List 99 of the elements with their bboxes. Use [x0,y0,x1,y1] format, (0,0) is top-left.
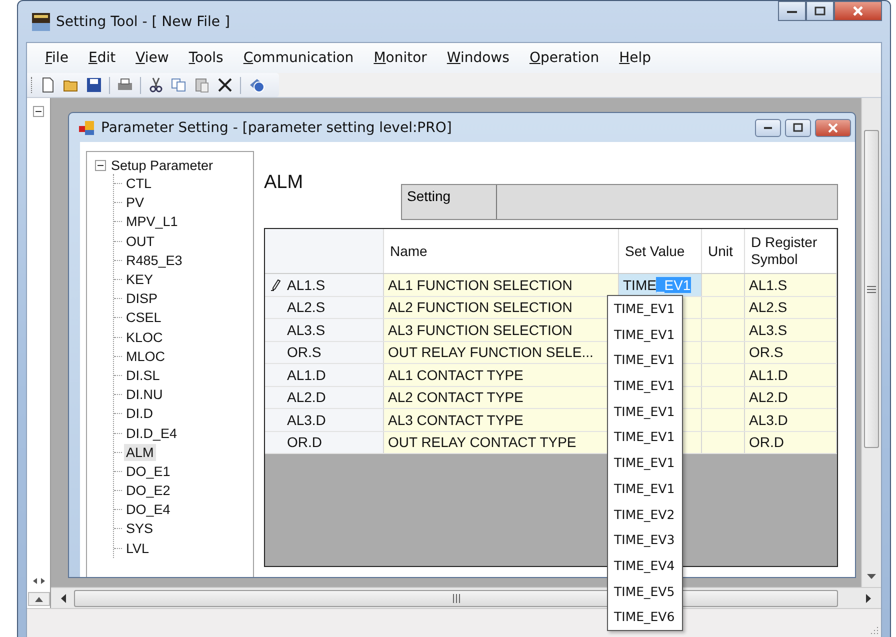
row-header[interactable]: OR.D [265,431,384,454]
tree-item[interactable]: Setup Parameter [109,157,216,174]
table-cell [702,274,744,296]
minimize-icon [786,8,798,14]
tree-item[interactable]: KEY [124,271,156,288]
save-icon[interactable] [86,77,102,93]
horizontal-scrollbar[interactable] [51,587,881,608]
row-header[interactable]: AL1.S [265,274,384,296]
dropdown-option[interactable]: TIME_EV1 [608,476,682,502]
scroll-right-icon[interactable] [866,594,871,602]
row-header[interactable]: AL3.S [265,318,384,341]
row-header[interactable]: OR.S [265,341,384,364]
scroll-down-icon[interactable] [867,574,876,579]
setting-label: Setting [402,185,497,219]
tree-item[interactable]: KLOC [124,328,165,346]
vertical-scrollbar[interactable] [861,98,881,587]
tree-item[interactable]: DI.D_E4 [124,424,180,442]
app-logo-icon [32,12,50,30]
resize-grip-icon[interactable] [869,625,879,635]
table-cell: AL3.D [744,408,836,431]
tree-item[interactable]: ALM [124,444,156,461]
column-header[interactable]: Unit [702,229,744,274]
menu-item[interactable]: Edit [80,48,124,68]
window-title: Setting Tool - [ New File ] [56,14,230,30]
tree-item[interactable]: R485_E3 [124,252,184,269]
scroll-arrows-icon[interactable] [30,576,46,586]
tree-item[interactable]: DI.SL [124,366,162,384]
menu-item[interactable]: Help [611,48,660,68]
tree-item[interactable]: DISP [124,290,160,308]
table-cell: OR.S [744,341,836,364]
row-header[interactable]: AL2.S [265,296,384,318]
menu-item[interactable]: Monitor [366,48,435,68]
pencil-icon [271,278,281,291]
tree-item[interactable]: DI.NU [124,386,165,404]
tree-item[interactable]: DO_E1 [124,462,172,480]
column-header[interactable]: Set Value [618,229,702,274]
dropdown-option[interactable]: TIME_EV1 [608,424,682,450]
column-header[interactable]: D Register Symbol [744,229,836,274]
menu-item[interactable]: View [128,48,177,68]
tree-item[interactable]: DI.D [124,405,155,422]
tree-item[interactable]: PV [124,194,146,212]
table-cell: AL3.S [744,318,836,341]
maximize-icon [814,6,826,16]
row-header[interactable]: AL1.D [265,364,384,386]
table-cell: OR.D [744,431,836,454]
menu-item[interactable]: Windows [438,48,518,68]
column-header[interactable]: Name [384,229,618,274]
section-heading: ALM [264,172,304,194]
menu-item[interactable]: Operation [521,48,608,68]
table-cell: AL2.D [744,386,836,408]
menu-item[interactable]: File [37,48,76,68]
parameter-window-title: Parameter Setting - [parameter setting level:PRO] [101,120,452,136]
menu-item[interactable]: Tools [180,48,232,68]
menu-item[interactable]: Communication [235,48,362,68]
minimize-button[interactable] [778,1,806,21]
copy-icon[interactable] [171,77,187,93]
tree-item[interactable]: CTL [124,175,154,192]
tree-item[interactable]: SYS [124,520,156,538]
table-cell: AL1 FUNCTION SELECTION [384,274,618,296]
set-value-field[interactable]: TIME_EV1 [618,274,702,296]
close-button[interactable] [815,118,851,136]
dropdown-option[interactable]: TIME_EV2 [608,502,682,528]
tree-item[interactable]: MLOC [124,348,168,365]
close-icon [852,5,864,17]
scrollbar-thumb[interactable] [864,130,879,448]
new-file-icon[interactable] [40,77,56,93]
row-header[interactable]: AL3.D [265,408,384,431]
print-icon[interactable] [117,77,133,93]
parameter-window-icon [79,120,95,136]
close-icon [828,122,838,132]
paste-icon[interactable] [194,77,210,93]
dropdown-option[interactable]: TIME_EV3 [608,527,682,553]
restore-icon [793,123,803,132]
tree-item[interactable]: DO_E4 [124,501,172,518]
table-cell: AL2.S [744,296,836,318]
delete-icon[interactable] [217,77,233,93]
table-cell: AL1.S [744,274,836,296]
dropdown-option[interactable]: TIME_EV1 [608,450,682,476]
tree-item[interactable]: MPV_L1 [124,213,180,230]
tree-item[interactable]: DO_E2 [124,482,172,500]
scroll-up-button[interactable] [28,592,50,606]
scroll-left-icon[interactable] [61,594,66,602]
collapse-icon[interactable] [95,160,106,171]
table-cell: AL1.D [744,364,836,386]
restore-button[interactable] [785,118,811,136]
dropdown-option[interactable]: TIME_EV4 [608,552,682,579]
dropdown-option[interactable]: TIME_EV6 [608,604,682,630]
minimize-button[interactable] [755,118,781,136]
collapse-icon[interactable] [33,106,44,117]
tree-item[interactable]: OUT [124,232,156,250]
dropdown-option[interactable]: TIME_EV1 [608,296,682,322]
tree-item[interactable]: LVL [124,540,152,557]
maximize-button[interactable] [806,1,834,21]
close-button[interactable] [834,1,882,21]
cut-icon[interactable] [148,77,164,93]
dropdown-option[interactable]: TIME_EV5 [608,578,682,604]
row-header[interactable]: AL2.D [265,386,384,408]
tree-item[interactable]: CSEL [124,309,164,326]
scroll-up-icon [34,596,42,602]
